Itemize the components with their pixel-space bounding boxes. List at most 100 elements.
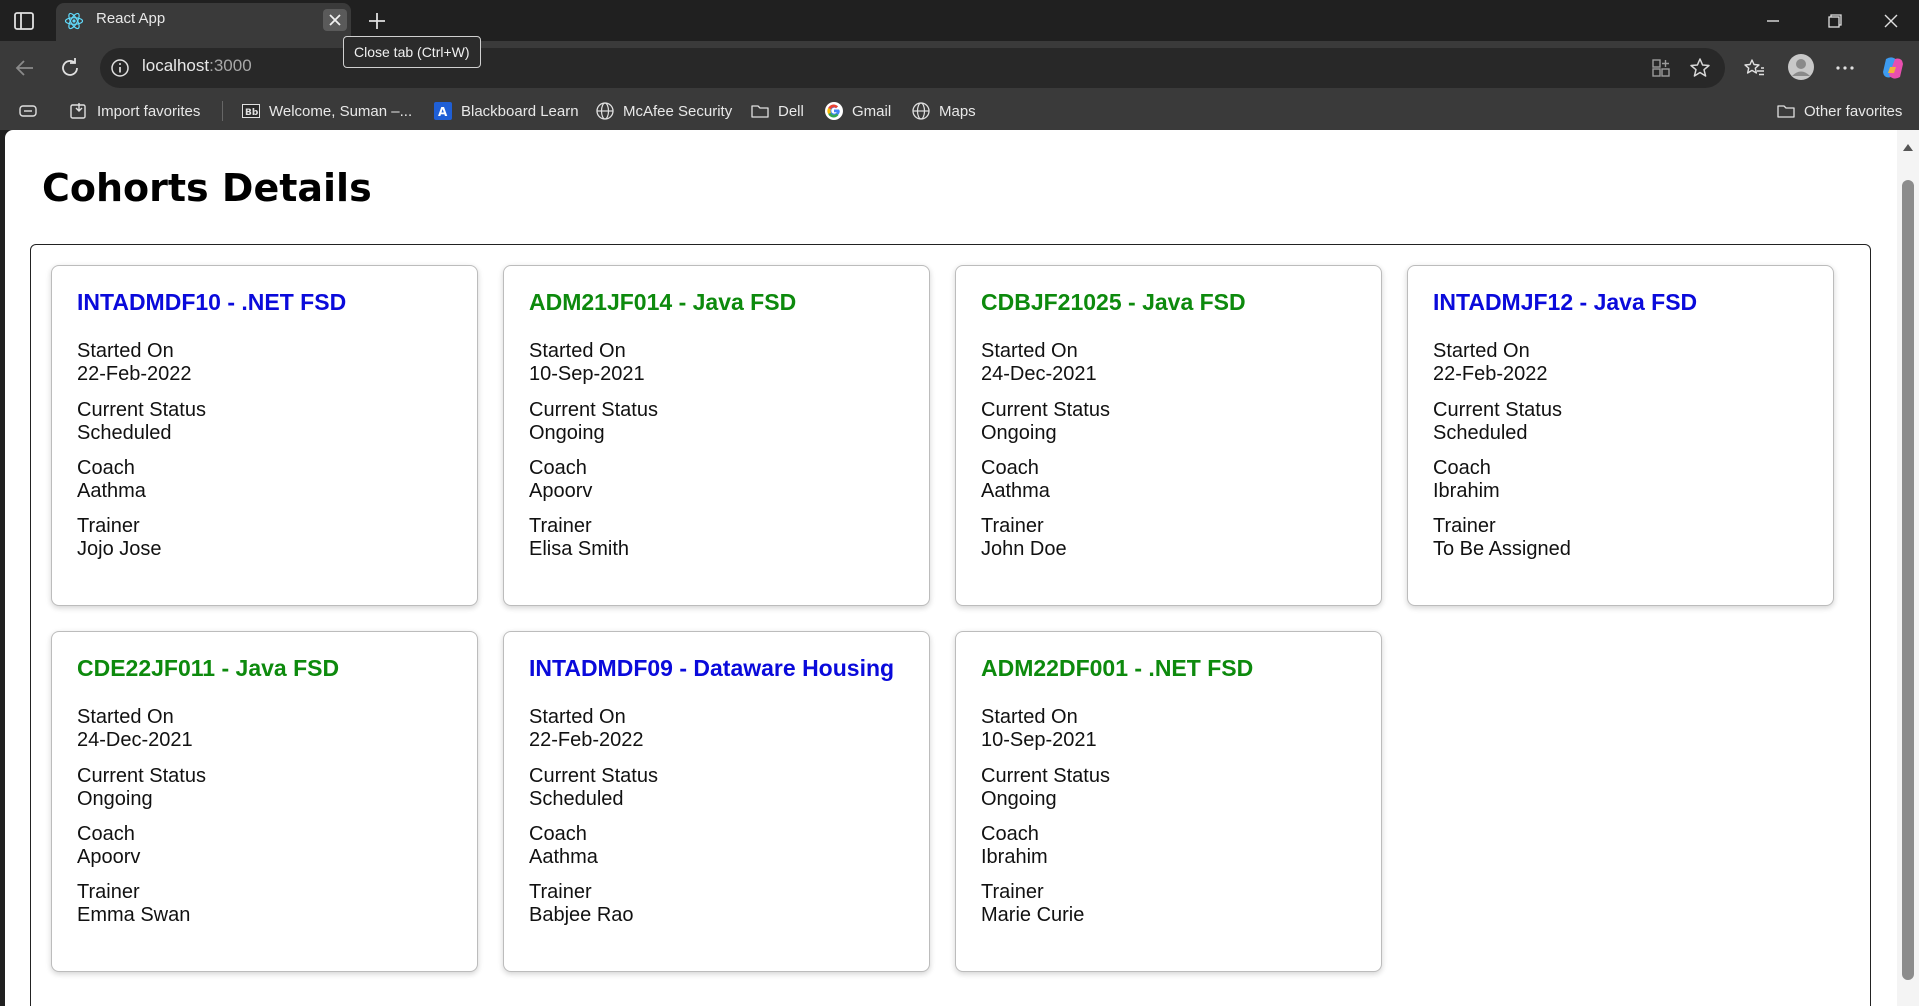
profile-avatar-icon[interactable]: [1786, 52, 1816, 82]
cohort-title: CDBJF21025 - Java FSD: [981, 289, 1246, 315]
cohort-card: ADM22DF001 - .NET FSD Started On 10-Sep-20…: [955, 631, 1382, 972]
bookmark-label: McAfee Security: [623, 102, 733, 120]
coach-value: Aathma: [77, 480, 146, 502]
coach-value: Aathma: [981, 480, 1050, 502]
url-text[interactable]: localhost:3000: [142, 56, 252, 76]
status-value: Scheduled: [1433, 422, 1528, 444]
minimize-icon[interactable]: [1758, 8, 1788, 34]
started-value: 22-Feb-2022: [77, 363, 192, 385]
bookmark-label: Dell: [778, 102, 804, 120]
globe-icon: [596, 102, 614, 120]
cohort-title: ADM22DF001 - .NET FSD: [981, 655, 1254, 681]
coach-label: Coach: [529, 457, 587, 479]
status-value: Scheduled: [77, 422, 172, 444]
svg-text:A: A: [438, 105, 448, 119]
coach-value: Ibrahim: [1433, 480, 1500, 502]
folder-icon: [1777, 105, 1795, 118]
reload-icon[interactable]: [55, 53, 85, 83]
started-label: Started On: [529, 706, 626, 728]
copilot-icon[interactable]: [1878, 53, 1908, 83]
trainer-value: Jojo Jose: [77, 538, 162, 560]
bookmark-label: Welcome, Suman –...: [269, 102, 413, 120]
bookmark-mcafee-security[interactable]: McAfee Security: [595, 100, 732, 122]
started-value: 24-Dec-2021: [77, 729, 193, 751]
bookmark-gmail[interactable]: Gmail: [824, 100, 891, 122]
svg-text:Bb: Bb: [245, 108, 259, 118]
cohort-title: ADM21JF014 - Java FSD: [529, 289, 797, 315]
new-tab-icon[interactable]: [364, 8, 390, 34]
bookmark-label: Maps: [939, 102, 976, 120]
more-options-icon[interactable]: [1832, 56, 1858, 80]
apps-icon[interactable]: [1650, 57, 1672, 79]
sidebar-toggle-icon[interactable]: [12, 10, 36, 32]
started-value: 22-Feb-2022: [529, 729, 644, 751]
trainer-label: Trainer: [529, 515, 592, 537]
close-tab-icon[interactable]: [323, 9, 347, 31]
cohort-card: INTADMJF12 - Java FSD Started On 22-Feb-20…: [1407, 265, 1834, 606]
status-value: Ongoing: [529, 422, 605, 444]
restore-icon[interactable]: [1819, 8, 1849, 34]
url-host: localhost: [142, 56, 210, 75]
coach-label: Coach: [529, 823, 587, 845]
status-label: Current Status: [981, 765, 1110, 787]
bookmarks-separator: [222, 101, 223, 121]
bookmark-other-favorites[interactable]: Other favorites: [1776, 100, 1902, 122]
url-port: :3000: [209, 56, 252, 75]
trainer-label: Trainer: [529, 881, 592, 903]
bookmark-label: Import favorites: [97, 102, 201, 120]
status-label: Current Status: [77, 399, 206, 421]
started-label: Started On: [981, 340, 1078, 362]
cohort-title: INTADMJF12 - Java FSD: [1433, 289, 1698, 315]
status-value: Scheduled: [529, 788, 624, 810]
bookmark-blackboard-learn[interactable]: A Blackboard Learn: [433, 100, 579, 122]
site-info-icon[interactable]: [110, 58, 130, 78]
page-title: Cohorts Details: [42, 166, 372, 210]
bookmark-welcome-suman[interactable]: Bb Welcome, Suman –...: [241, 100, 412, 122]
favorites-icon[interactable]: [1742, 56, 1766, 80]
started-value: 22-Feb-2022: [1433, 363, 1548, 385]
coach-value: Apoorv: [529, 480, 593, 502]
cohort-card: INTADMDF10 - .NET FSD Started On 22-Feb-20…: [51, 265, 478, 606]
status-label: Current Status: [981, 399, 1110, 421]
coach-label: Coach: [981, 457, 1039, 479]
bookmark-label: Gmail: [852, 102, 892, 120]
status-label: Current Status: [77, 765, 206, 787]
tab-title: React App: [96, 10, 166, 27]
status-value: Ongoing: [77, 788, 153, 810]
trainer-label: Trainer: [981, 881, 1044, 903]
coach-value: Aathma: [529, 846, 598, 868]
scrollbar-thumb[interactable]: [1902, 180, 1914, 980]
coach-value: Ibrahim: [981, 846, 1048, 868]
google-icon: [825, 102, 843, 120]
status-label: Current Status: [529, 399, 658, 421]
add-favorite-star-icon[interactable]: [1688, 56, 1712, 80]
trainer-value: Elisa Smith: [529, 538, 630, 560]
cohort-card: INTADMDF09 - Dataware Housing Started On 2…: [503, 631, 930, 972]
cohort-card: CDBJF21025 - Java FSD Started On 24-Dec-20…: [955, 265, 1382, 606]
trainer-value: Marie Curie: [981, 904, 1085, 926]
trainer-label: Trainer: [981, 515, 1044, 537]
bookmark-label: Blackboard Learn: [461, 102, 579, 120]
trainer-value: Babjee Rao: [529, 904, 634, 926]
status-label: Current Status: [1433, 399, 1562, 421]
coach-label: Coach: [77, 457, 135, 479]
trainer-value: Emma Swan: [77, 904, 191, 926]
started-label: Started On: [529, 340, 626, 362]
started-value: 10-Sep-2021: [981, 729, 1097, 751]
reading-view-icon[interactable]: [18, 100, 38, 122]
bookmark-dell[interactable]: Dell: [750, 100, 804, 122]
cohort-card: ADM21JF014 - Java FSD Started On 10-Sep-20…: [503, 265, 930, 606]
back-arrow-icon[interactable]: [10, 53, 40, 83]
close-window-icon[interactable]: [1876, 8, 1906, 34]
cohorts-container: INTADMDF10 - .NET FSD Started On 22-Feb-20…: [30, 244, 1871, 1006]
bookmark-maps[interactable]: Maps: [911, 100, 976, 122]
bookmark-import-favorites[interactable]: Import favorites: [69, 100, 200, 122]
cohort-title: INTADMDF09 - Dataware Housing: [529, 655, 895, 681]
started-label: Started On: [1433, 340, 1530, 362]
coach-label: Coach: [1433, 457, 1491, 479]
import-icon: [70, 103, 86, 119]
trainer-label: Trainer: [1433, 515, 1496, 537]
folder-icon: [751, 105, 769, 118]
scroll-up-arrow-icon[interactable]: [1901, 138, 1915, 151]
cohort-title: CDE22JF011 - Java FSD: [77, 655, 340, 681]
